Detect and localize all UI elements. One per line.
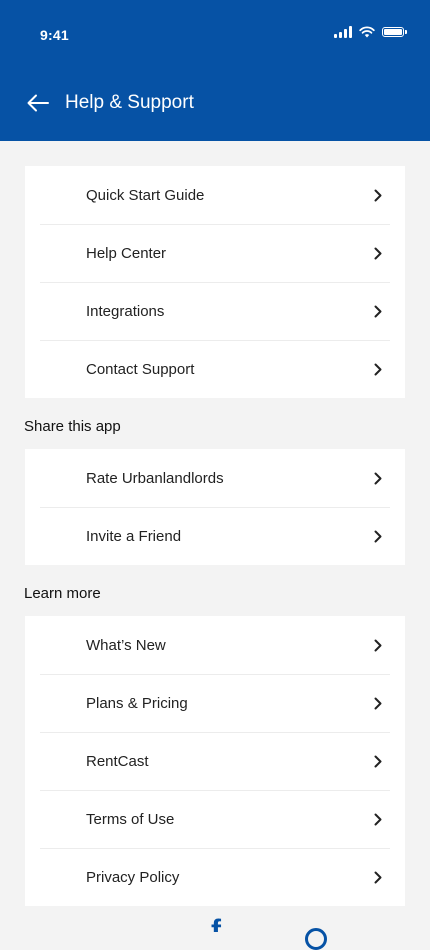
chevron-right-icon: [373, 246, 383, 260]
menu-item-whats-new[interactable]: What’s New: [25, 616, 405, 674]
menu-item-privacy-policy[interactable]: Privacy Policy: [25, 848, 405, 906]
status-time: 9:41: [40, 27, 69, 43]
menu-item-label: Invite a Friend: [86, 527, 182, 545]
menu-item-label: Terms of Use: [86, 810, 175, 828]
chevron-right-icon: [373, 188, 383, 202]
menu-item-label: Help Center: [86, 244, 167, 262]
menu-item-help-center[interactable]: Help Center: [25, 224, 405, 282]
menu-item-label: What’s New: [86, 636, 166, 654]
back-arrow-icon: [27, 94, 49, 112]
learn-more-card: What’s New Plans & Pricing RentCast Term…: [25, 616, 405, 906]
menu-item-integrations[interactable]: Integrations: [25, 282, 405, 340]
menu-item-quick-start-guide[interactable]: Quick Start Guide: [25, 166, 405, 224]
signal-icon: [334, 26, 352, 38]
menu-item-terms-of-use[interactable]: Terms of Use: [25, 790, 405, 848]
chevron-right-icon: [373, 754, 383, 768]
social-icon[interactable]: [305, 928, 327, 950]
chevron-right-icon: [373, 304, 383, 318]
menu-item-label: Plans & Pricing: [86, 694, 188, 712]
menu-item-label: Privacy Policy: [86, 868, 180, 886]
page-title: Help & Support: [65, 92, 194, 113]
battery-icon: [382, 27, 407, 37]
menu-item-label: Contact Support: [86, 360, 195, 378]
menu-item-invite-friend[interactable]: Invite a Friend: [25, 507, 405, 565]
section-title-learn-more: Learn more: [24, 585, 101, 602]
menu-item-label: Quick Start Guide: [86, 186, 205, 204]
back-button[interactable]: [24, 89, 52, 117]
chevron-right-icon: [373, 529, 383, 543]
chevron-right-icon: [373, 812, 383, 826]
chevron-right-icon: [373, 471, 383, 485]
menu-item-label: Integrations: [86, 302, 165, 320]
menu-item-rentcast[interactable]: RentCast: [25, 732, 405, 790]
menu-item-label: Rate Urbanlandlords: [86, 469, 224, 487]
share-card: Rate Urbanlandlords Invite a Friend: [25, 449, 405, 565]
chevron-right-icon: [373, 696, 383, 710]
menu-item-plans-pricing[interactable]: Plans & Pricing: [25, 674, 405, 732]
menu-item-contact-support[interactable]: Contact Support: [25, 340, 405, 398]
support-links-card: Quick Start Guide Help Center Integratio…: [25, 166, 405, 398]
menu-item-label: RentCast: [86, 752, 149, 770]
app-header: 9:41 Help & Support: [0, 0, 430, 141]
menu-item-rate-app[interactable]: Rate Urbanlandlords: [25, 449, 405, 507]
status-icons: [334, 26, 407, 38]
chevron-right-icon: [373, 870, 383, 884]
chevron-right-icon: [373, 362, 383, 376]
social-links: f: [0, 916, 430, 950]
facebook-icon[interactable]: f: [208, 916, 226, 932]
chevron-right-icon: [373, 638, 383, 652]
section-title-share: Share this app: [24, 418, 121, 435]
wifi-icon: [359, 26, 375, 38]
